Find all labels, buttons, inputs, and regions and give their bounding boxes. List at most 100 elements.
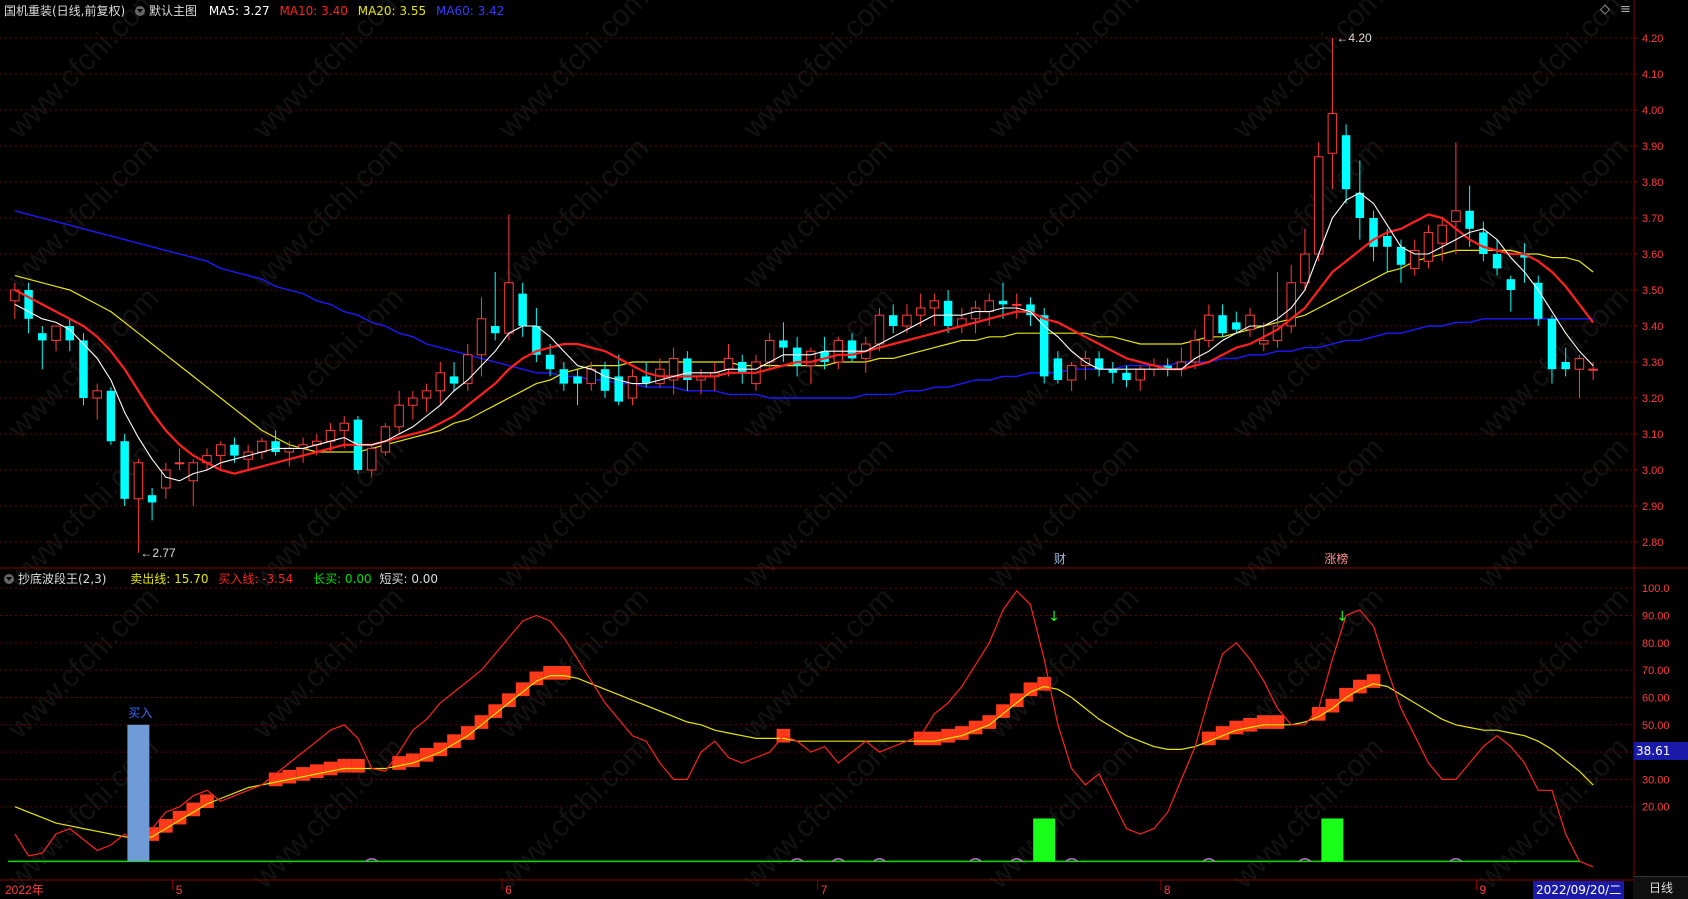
ma20-legend: MA20: 3.55 (357, 4, 427, 18)
sell-line-legend: 卖出线: 15.70 (130, 572, 209, 586)
watermark-text: www.cfchi.com (981, 131, 1145, 295)
period-selector[interactable]: 日线 (1634, 876, 1688, 899)
trend-step-bar (954, 726, 969, 740)
trend-step-bar (515, 682, 530, 697)
finance-event-label: 财 (1054, 552, 1066, 566)
candle-body-down (1561, 362, 1570, 370)
watermark-text: www.cfchi.com (1226, 0, 1390, 146)
candle-body-down (24, 290, 33, 319)
indicator-name[interactable]: 抄底波段王(2,3) (18, 572, 106, 586)
trend-step-bar (296, 767, 310, 781)
candle-body-down (1492, 254, 1502, 269)
ma20-line (14, 249, 1594, 453)
watermark-text: www.cfchi.com (246, 581, 410, 745)
candle-body-up (902, 314, 912, 327)
candle-body-up (1423, 231, 1434, 262)
watermark-text: www.cfchi.com (246, 281, 410, 445)
watermark-text: www.cfchi.com (981, 281, 1145, 445)
trend-step-bar (529, 671, 544, 686)
watermark-text: www.cfchi.com (1471, 581, 1635, 745)
candle-body-down (490, 326, 500, 334)
candle-body-down (1383, 236, 1392, 247)
price-tick-label: 4.20 (1642, 33, 1663, 45)
candle-body-up (51, 325, 61, 341)
price-tick-label: 3.70 (1642, 213, 1663, 225)
trend-step-bar (474, 715, 489, 729)
candle-body-down (888, 315, 898, 326)
candle-body-up (929, 300, 940, 309)
candle-body-up (476, 318, 487, 356)
candle-body-up (1300, 253, 1310, 284)
price-tick-label: 4.00 (1642, 105, 1663, 117)
ma10-legend: MA10: 3.40 (279, 4, 348, 18)
indicator-current-value: 38.61 (1634, 742, 1688, 760)
candle-body-up (723, 357, 734, 370)
month-label: 6 (505, 883, 512, 897)
month-label: 7 (821, 883, 828, 897)
candle-body-down (559, 369, 569, 384)
price-tick-label: 3.40 (1642, 321, 1663, 333)
trend-step-bar (1256, 715, 1271, 729)
trend-step-bar (406, 753, 420, 768)
candle-body-down (1355, 192, 1365, 218)
candle-body-down (1479, 232, 1488, 254)
ma10-line (14, 213, 1594, 475)
buy-signal-bar (127, 724, 150, 862)
trend-step-bar (200, 794, 214, 809)
indicator-settings-icon[interactable] (4, 574, 14, 584)
sell-arrow-icon: ↓ (1336, 609, 1348, 625)
candle-body-up (1409, 249, 1420, 269)
candle-body-down (1533, 282, 1543, 319)
watermark-text: www.cfchi.com (491, 581, 655, 745)
candle-body-up (215, 444, 226, 457)
candle-body-up (1066, 365, 1077, 381)
candle-body-down (230, 444, 239, 456)
main-chart-label[interactable]: 默认主图 (149, 4, 197, 18)
candle-body-up (627, 375, 638, 399)
trend-step-bar (996, 704, 1010, 718)
buy-line-legend: 买入线: -3.54 (218, 572, 294, 586)
candle-body-up (188, 462, 199, 482)
menu-lines-icon[interactable]: ≡ (1620, 2, 1631, 17)
candle-body-down (1039, 315, 1049, 377)
diamond-icon[interactable]: ◇ (1600, 2, 1610, 17)
trend-step-bar (1243, 717, 1257, 732)
watermark-text: www.cfchi.com (1471, 0, 1635, 146)
candle-body-up (1204, 314, 1214, 341)
short-buy-legend: 短买: 0.00 (379, 572, 439, 586)
candle-body-up (394, 404, 404, 428)
watermark-text: www.cfchi.com (981, 431, 1145, 595)
price-tick-label: 3.80 (1642, 177, 1663, 189)
ma60-legend: MA60: 3.42 (435, 4, 505, 18)
watermark-text: www.cfchi.com (246, 131, 410, 295)
candle-body-up (1437, 224, 1447, 244)
candle-body-down (1396, 246, 1406, 265)
candle-body-up (1588, 368, 1598, 371)
indicator-tick-label: 70.00 (1642, 665, 1670, 677)
candle-body-up (984, 300, 995, 313)
candle-body-up (874, 314, 885, 345)
trend-step-bar (502, 693, 516, 708)
high-price-label: ←4.20 (1336, 31, 1372, 45)
candle-body-up (1313, 156, 1324, 255)
trend-step-bar (323, 761, 338, 776)
indicator-tick-label: 60.00 (1642, 692, 1670, 704)
candle-body-up (1451, 210, 1461, 223)
watermark-text: www.cfchi.com (1471, 731, 1635, 895)
candle-body-up (915, 307, 926, 316)
main-chart-settings-icon[interactable] (135, 6, 146, 16)
watermark-text: www.cfchi.com (491, 0, 655, 146)
long-buy-legend: 长买: 0.00 (313, 572, 372, 586)
trend-step-bar (1009, 693, 1024, 708)
stock-title[interactable]: 国机重装(日线,前复权) (4, 4, 125, 18)
candle-body-down (600, 369, 610, 391)
watermark-text: www.cfchi.com (736, 431, 900, 595)
main-chart-header: 国机重装(日线,前复权) 默认主图 MA5: 3.27 MA10: 3.40 M… (4, 2, 504, 19)
candle-body-down (943, 300, 953, 326)
limit-up-list-label: 涨榜 (1324, 551, 1348, 566)
watermark-text: www.cfchi.com (246, 0, 410, 146)
candle-body-up (435, 372, 446, 392)
stock-chart[interactable]: www.cfchi.com www.cfchi.com www.cfchi.com w… (0, 0, 1688, 899)
watermark-text: www.cfchi.com (491, 731, 655, 895)
low-price-label: ←2.77 (140, 546, 176, 560)
